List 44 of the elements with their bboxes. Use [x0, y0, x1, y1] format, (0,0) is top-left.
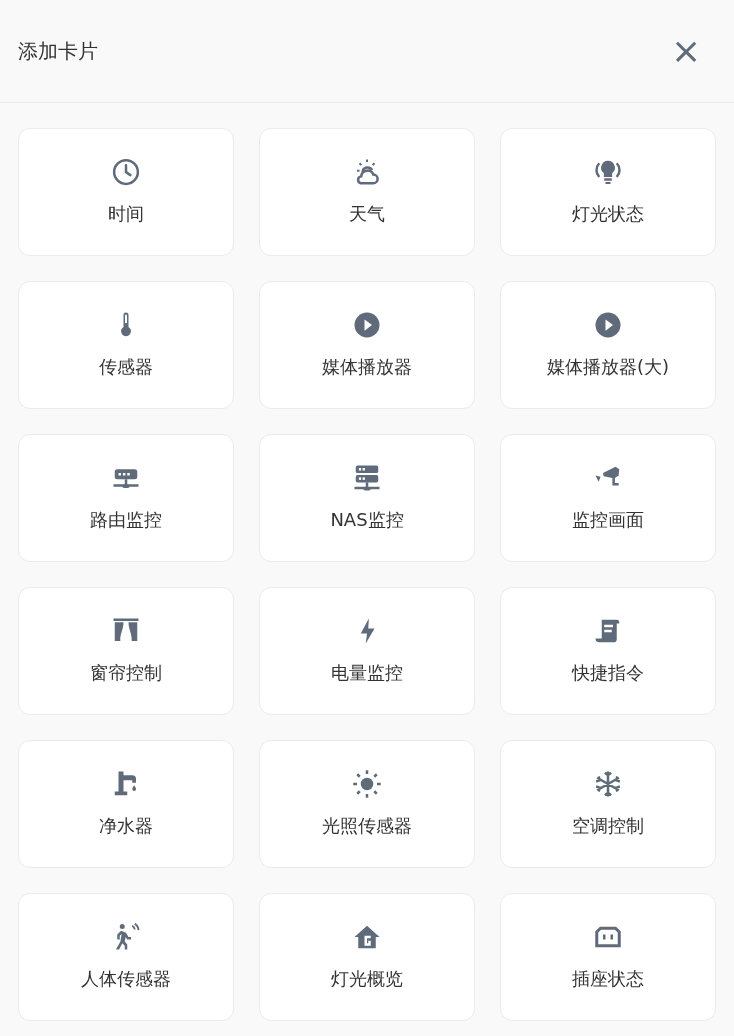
card-option[interactable]: 传感器	[18, 281, 234, 409]
card-option[interactable]: 插座状态	[500, 893, 716, 1021]
clock-icon	[111, 157, 141, 187]
card-label: 人体传感器	[81, 967, 171, 991]
card-option[interactable]: 灯光状态	[500, 128, 716, 256]
dialog-title: 添加卡片	[18, 38, 98, 65]
close-button[interactable]: ×	[666, 31, 706, 71]
card-option[interactable]: 人体传感器	[18, 893, 234, 1021]
card-label: 灯光概览	[331, 967, 403, 991]
play-icon	[593, 310, 623, 340]
card-option[interactable]: 电量监控	[259, 587, 475, 715]
card-option[interactable]: 光照传感器	[259, 740, 475, 868]
card-label: 媒体播放器	[322, 355, 412, 379]
card-label: 媒体播放器(大)	[546, 355, 669, 379]
card-option[interactable]: 窗帘控制	[18, 587, 234, 715]
card-label: 监控画面	[572, 508, 644, 532]
card-option[interactable]: 路由监控	[18, 434, 234, 562]
card-label: 灯光状态	[572, 202, 644, 226]
card-option[interactable]: 净水器	[18, 740, 234, 868]
card-option[interactable]: 媒体播放器(大)	[500, 281, 716, 409]
card-option[interactable]: 天气	[259, 128, 475, 256]
card-label: 窗帘控制	[90, 661, 162, 685]
card-label: 路由监控	[90, 508, 162, 532]
card-label: 空调控制	[572, 814, 644, 838]
play-icon	[352, 310, 382, 340]
card-label: 时间	[108, 202, 144, 226]
snowflake-icon	[593, 769, 623, 799]
card-label: 光照传感器	[322, 814, 412, 838]
card-label: 天气	[349, 202, 385, 226]
card-option[interactable]: 灯光概览	[259, 893, 475, 1021]
card-option[interactable]: 快捷指令	[500, 587, 716, 715]
card-option[interactable]: 监控画面	[500, 434, 716, 562]
card-label: 传感器	[99, 355, 153, 379]
card-option[interactable]: 空调控制	[500, 740, 716, 868]
card-option[interactable]: NAS监控	[259, 434, 475, 562]
sun-icon	[352, 769, 382, 799]
card-label: NAS监控	[330, 508, 404, 532]
card-option[interactable]: 媒体播放器	[259, 281, 475, 409]
card-label: 插座状态	[572, 967, 644, 991]
card-label: 快捷指令	[572, 661, 644, 685]
card-label: 电量监控	[331, 661, 403, 685]
card-option[interactable]: 时间	[18, 128, 234, 256]
server-icon	[352, 463, 382, 493]
card-label: 净水器	[99, 814, 153, 838]
